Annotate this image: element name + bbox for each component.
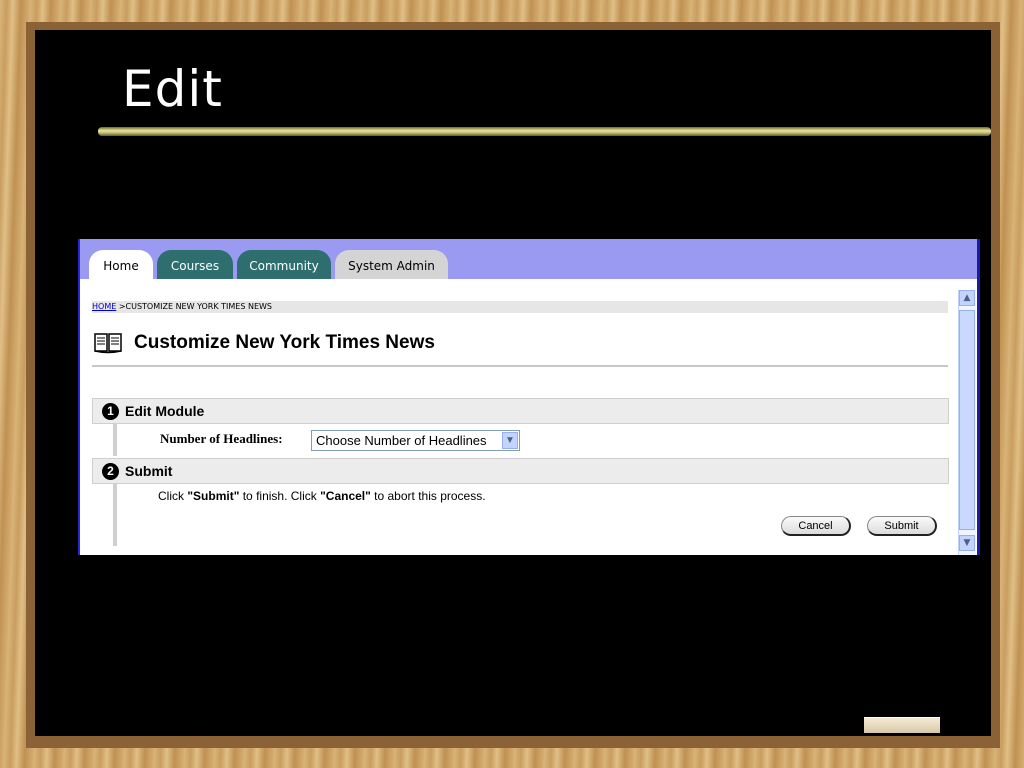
page-heading: Customize New York Times News (94, 329, 435, 357)
scroll-up-icon[interactable]: ▲ (959, 290, 975, 306)
section-submit: 2 Submit (92, 458, 949, 484)
section-indent-line (113, 424, 117, 456)
chevron-down-icon[interactable]: ▼ (502, 432, 518, 449)
section-label: Submit (125, 463, 173, 479)
heading-divider (92, 365, 948, 367)
app-screenshot: Home Courses Community System Admin HOME… (78, 239, 980, 555)
breadcrumb-current: >CUSTOMIZE NEW YORK TIMES NEWS (116, 302, 273, 311)
tab-courses[interactable]: Courses (157, 250, 233, 279)
tab-community[interactable]: Community (237, 250, 331, 279)
tab-home[interactable]: Home (89, 250, 153, 279)
breadcrumb: HOME >CUSTOMIZE NEW YORK TIMES NEWS (92, 301, 948, 313)
book-icon (94, 333, 122, 354)
vertical-scrollbar[interactable]: ▲ ▼ (958, 290, 976, 555)
section-indent-line (113, 484, 117, 546)
submit-button[interactable]: Submit (867, 516, 937, 536)
headlines-select-value: Choose Number of Headlines (316, 433, 487, 448)
tab-system-admin[interactable]: System Admin (335, 250, 448, 279)
section-label: Edit Module (125, 403, 205, 419)
step-number: 2 (102, 462, 119, 480)
page-title: Customize New York Times News (134, 332, 435, 353)
cancel-button[interactable]: Cancel (781, 516, 851, 536)
headlines-label: Number of Headlines: (160, 431, 283, 446)
step-number: 1 (102, 402, 119, 420)
eraser (864, 717, 940, 733)
scroll-down-icon[interactable]: ▼ (959, 535, 975, 551)
chalkboard: Edit Home Courses Community System Admin… (35, 30, 991, 736)
chalk-underline (98, 127, 991, 136)
breadcrumb-home-link[interactable]: HOME (92, 302, 116, 311)
section-edit-module: 1 Edit Module (92, 398, 949, 424)
tab-bar: Home Courses Community System Admin (80, 239, 977, 279)
instructions-text: Click "Submit" to finish. Click "Cancel"… (158, 489, 486, 503)
headlines-select[interactable]: Choose Number of Headlines ▼ (311, 430, 520, 451)
scrollbar-thumb[interactable] (959, 310, 975, 530)
slide-title: Edit (122, 60, 223, 118)
